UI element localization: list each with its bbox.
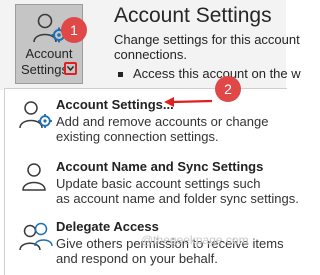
person-icon	[22, 163, 46, 191]
menu-item-title: Account Name and Sync Settings	[56, 159, 264, 174]
delegate-people-icon	[19, 222, 53, 251]
menu-item-description: Add and remove accounts or change existin…	[56, 114, 269, 144]
red-arrow-annotation	[164, 97, 213, 107]
account-button-label-line2: Settings	[21, 62, 68, 77]
menu-item-account-name-sync[interactable]: Account Name and Sync Settings Update ba…	[5, 156, 299, 211]
watermark: @thegeekpage.com	[141, 233, 249, 247]
header-description-line2: connections.	[114, 47, 187, 62]
chevron-down-icon	[67, 66, 74, 71]
page-title: Account Settings	[114, 4, 272, 27]
bullet-icon	[118, 72, 123, 78]
header-bullet-text: Access this account on the w	[133, 66, 301, 81]
menu-item-description: Update basic account settings such as acc…	[56, 176, 299, 206]
header-description-line1: Change settings for this account	[114, 32, 300, 47]
menu-item-title: Account Settings...	[56, 97, 174, 112]
menu-item-title: Delegate Access	[56, 219, 159, 234]
dropdown-caret-highlight[interactable]	[64, 62, 77, 75]
step-badge-2: 2	[215, 76, 241, 102]
header-bullet: Access this account on the w	[118, 66, 301, 81]
account-gear-icon	[19, 101, 52, 129]
menu-item-account-settings[interactable]: Account Settings... Add and remove accou…	[5, 94, 285, 149]
step-badge-1: 1	[61, 17, 87, 43]
account-button-label-line1: Account	[25, 46, 73, 61]
